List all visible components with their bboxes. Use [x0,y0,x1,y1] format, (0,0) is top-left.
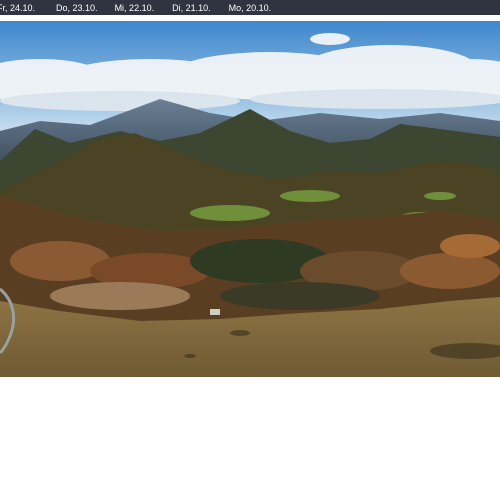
date-tab-do[interactable]: Do, 23.10. [56,3,98,13]
date-tab-di[interactable]: Di, 21.10. [172,3,211,13]
date-tab-mo[interactable]: Mo, 20.10. [229,3,272,13]
date-tab-fr[interactable]: Fr, 24.10. [0,3,35,13]
empty-area [0,377,500,500]
panorama-webcam-image-icon [0,21,500,377]
hut [210,309,220,315]
date-tab-mi[interactable]: Mi, 22.10. [115,3,155,13]
panorama-image[interactable] [0,21,500,377]
date-tab-bar: Fr, 24.10. Do, 23.10. Mi, 22.10. Di, 21.… [0,0,500,15]
